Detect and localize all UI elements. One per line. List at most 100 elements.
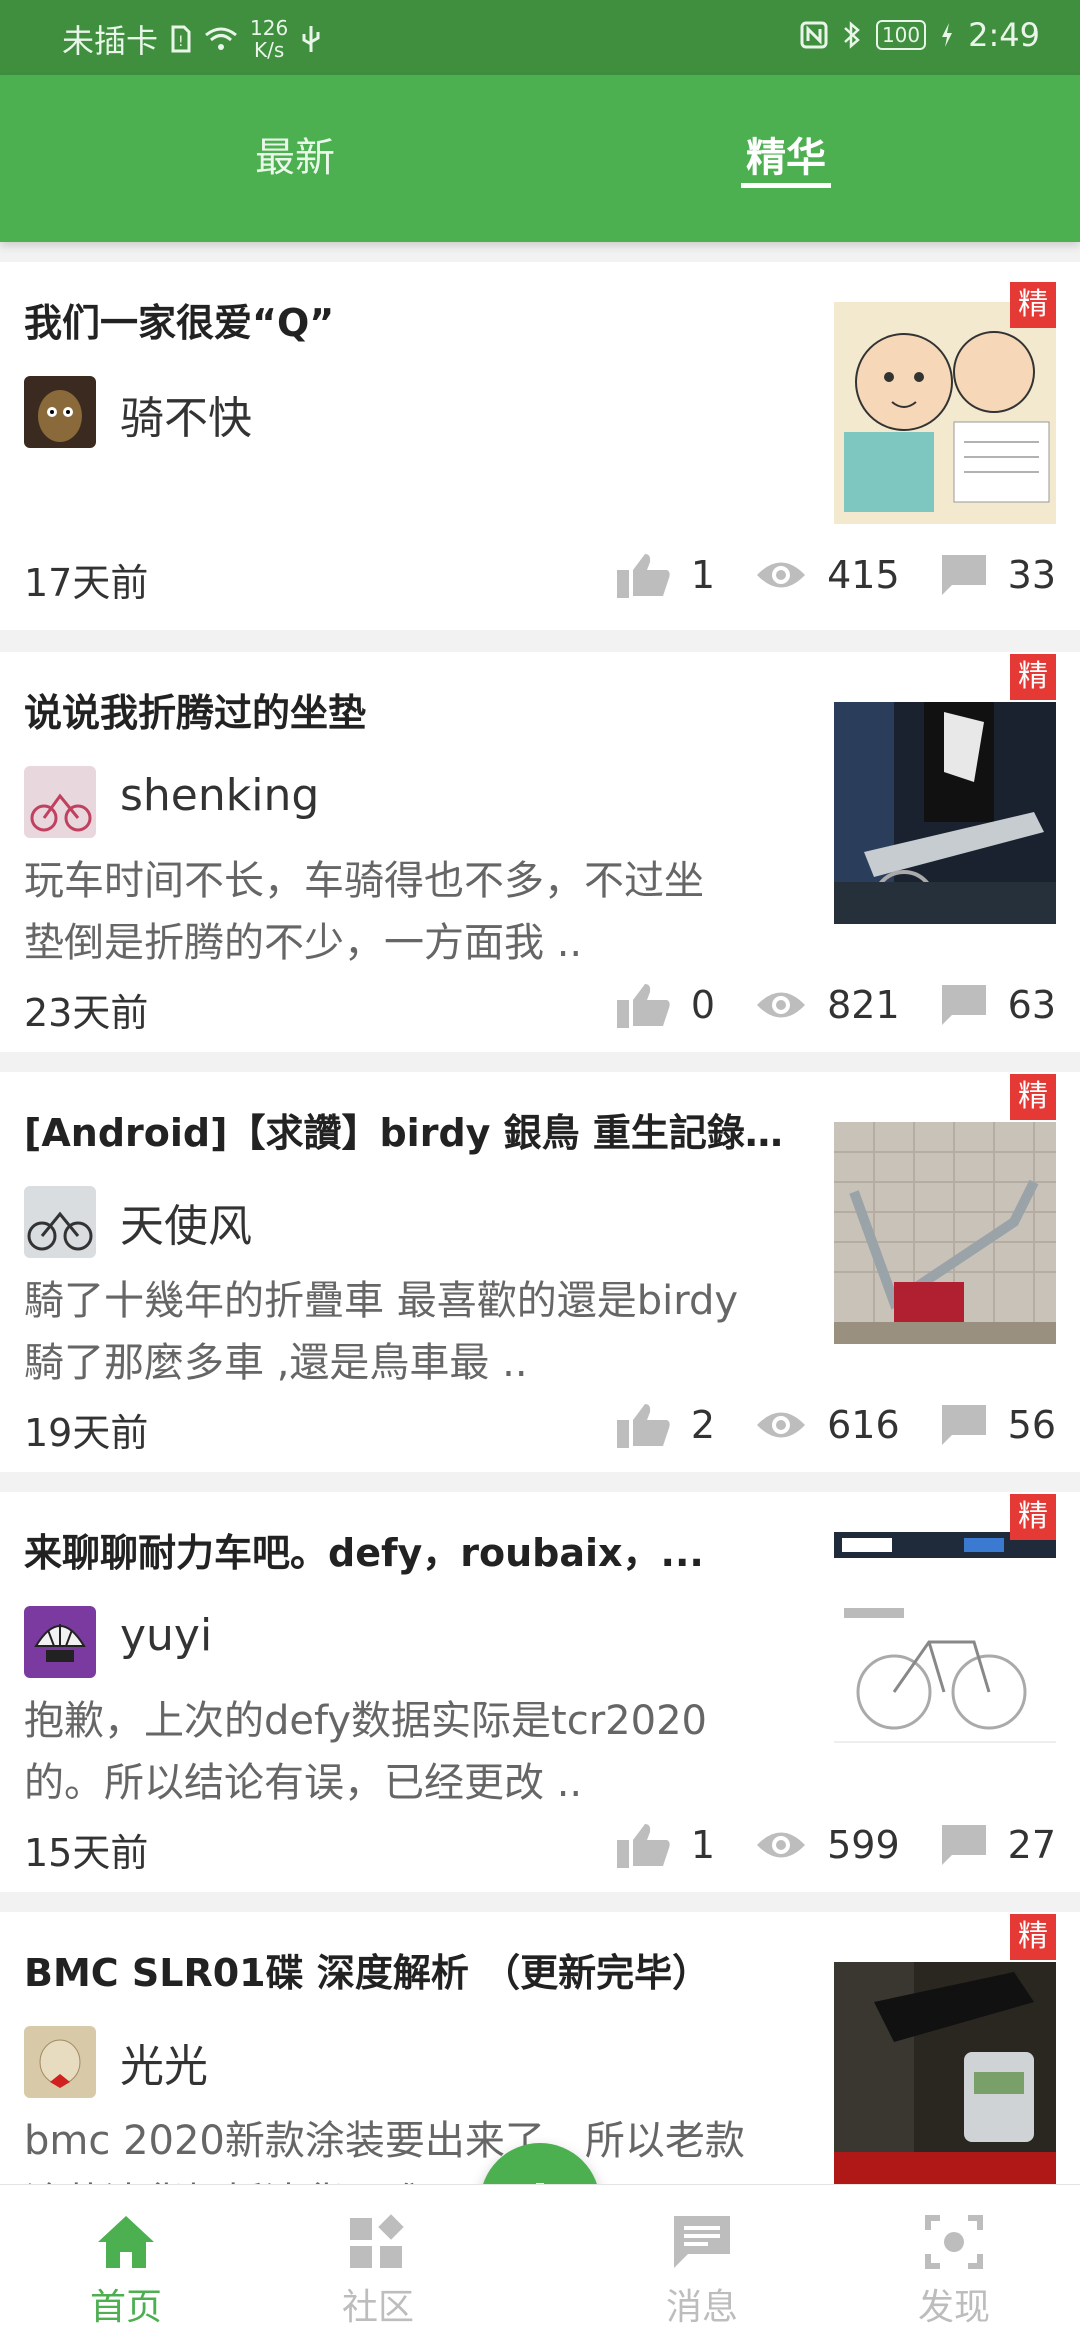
sim-icon: ! <box>171 25 191 53</box>
eye-icon <box>757 562 806 588</box>
charging-icon <box>942 23 953 47</box>
post-excerpt: 騎了十幾年的折疊車 最喜歡的還是birdy 騎了那麼多車 ,還是鳥車最 .. <box>24 1278 739 1386</box>
thumbs-up-icon <box>616 554 670 598</box>
nav-community[interactable]: 社区 <box>298 2214 458 2330</box>
comment-stat[interactable]: 33 <box>940 553 1056 597</box>
featured-badge: 精 <box>1010 1074 1056 1120</box>
comment-icon <box>941 1825 986 1865</box>
nav-home-label: 首页 <box>89 2287 162 2328</box>
tab-latest-label: 最新 <box>255 135 335 181</box>
post-title: 说说我折腾过的坐垫 <box>24 691 367 735</box>
like-stat[interactable]: 2 <box>616 1402 716 1448</box>
carrier-text: 未插卡 <box>62 22 159 60</box>
battery-level: 100 <box>875 20 927 50</box>
view-count: 821 <box>827 983 900 1027</box>
usb-icon <box>302 26 320 52</box>
home-icon <box>98 2216 154 2268</box>
message-icon <box>674 2216 730 2268</box>
comment-count: 56 <box>1007 1403 1056 1447</box>
status-bar: 未插卡 ! 126 K/s 100 2:49 <box>0 0 1080 75</box>
featured-badge: 精 <box>1010 282 1056 328</box>
post-card[interactable]: 我们一家很爱“Q” 骑不快 精 17天前 1 415 33 <box>0 262 1080 630</box>
post-time: 23天前 <box>24 991 149 1035</box>
post-time: 17天前 <box>24 561 149 605</box>
post-excerpt: 抱歉，上次的defy数据实际是tcr2020 的。所以结论有误，已经更改 .. <box>24 1698 707 1806</box>
comment-icon <box>941 555 986 595</box>
like-stat[interactable]: 1 <box>616 552 716 598</box>
comment-icon <box>941 1405 986 1445</box>
comment-stat[interactable]: 63 <box>940 983 1056 1027</box>
view-stat: 415 <box>755 553 900 597</box>
thumbs-up-icon <box>616 984 670 1028</box>
like-count: 0 <box>690 983 716 1027</box>
view-stat: 821 <box>755 983 900 1027</box>
featured-badge: 精 <box>1010 654 1056 700</box>
post-title: 来聊聊耐力车吧。defy，roubaix，... <box>24 1531 704 1575</box>
post-thumbnail[interactable] <box>834 1962 1056 2184</box>
nav-home[interactable]: 首页 <box>46 2214 206 2330</box>
comment-count: 27 <box>1007 1823 1056 1867</box>
post-stats: 1 415 33 <box>577 552 1056 598</box>
tab-featured-label: 精华 <box>746 135 826 181</box>
featured-badge: 精 <box>1010 1914 1056 1960</box>
post-card[interactable]: 说说我折腾过的坐垫 shenking 玩车时间不长，车骑得也不多，不过坐 垫倒是… <box>0 652 1080 1052</box>
post-author: 骑不快 <box>120 393 252 444</box>
post-thumbnail[interactable] <box>834 1532 1056 1754</box>
post-time: 15天前 <box>24 1831 149 1875</box>
like-stat[interactable]: 1 <box>616 1822 716 1868</box>
svg-text:!: ! <box>178 34 184 50</box>
comment-stat[interactable]: 56 <box>940 1403 1056 1447</box>
nav-community-label: 社区 <box>341 2287 414 2328</box>
post-thumbnail[interactable] <box>834 1122 1056 1344</box>
thumbs-up-icon <box>616 1404 670 1448</box>
post-stats: 1 599 27 <box>577 1822 1056 1868</box>
comment-icon <box>941 985 986 1025</box>
post-stats: 2 616 56 <box>577 1402 1056 1448</box>
wifi-icon <box>205 27 237 50</box>
nav-discover[interactable]: 发现 <box>874 2214 1034 2330</box>
avatar <box>24 766 96 838</box>
eye-icon <box>757 992 806 1018</box>
post-title: [Android]【求讚】birdy 銀鳥 重生記錄芳... <box>24 1111 814 1155</box>
post-thumbnail[interactable] <box>834 302 1056 524</box>
comment-count: 63 <box>1007 983 1056 1027</box>
bluetooth-icon <box>844 21 860 49</box>
active-tab-indicator <box>741 183 831 188</box>
view-count: 616 <box>827 1403 900 1447</box>
comment-stat[interactable]: 27 <box>940 1823 1056 1867</box>
view-stat: 599 <box>755 1823 900 1867</box>
comment-count: 33 <box>1007 553 1056 597</box>
post-author: 天使风 <box>120 1201 252 1252</box>
featured-badge: 精 <box>1010 1494 1056 1540</box>
post-author: shenking <box>120 770 320 821</box>
like-count: 1 <box>690 1823 716 1867</box>
like-stat[interactable]: 0 <box>616 982 716 1028</box>
post-time: 19天前 <box>24 1411 149 1455</box>
clock: 2:49 <box>968 16 1040 54</box>
view-count: 599 <box>827 1823 900 1867</box>
avatar <box>24 376 96 448</box>
post-card[interactable]: 来聊聊耐力车吧。defy，roubaix，... yuyi 抱歉，上次的defy… <box>0 1492 1080 1892</box>
like-count: 1 <box>690 553 716 597</box>
post-card[interactable]: [Android]【求讚】birdy 銀鳥 重生記錄芳... 天使风 騎了十幾年… <box>0 1072 1080 1472</box>
post-author: 光光 <box>120 2041 208 2092</box>
avatar <box>24 1186 96 1258</box>
post-excerpt: 玩车时间不长，车骑得也不多，不过坐 垫倒是折腾的不少，一方面我 .. <box>24 858 704 966</box>
tab-featured[interactable]: 精华 <box>686 125 886 188</box>
eye-icon <box>757 1832 806 1858</box>
top-tab-bar: 最新 精华 <box>0 75 1080 242</box>
bottom-navigation: 首页 社区 消息 发现 <box>0 2184 1080 2340</box>
nav-discover-label: 发现 <box>917 2287 990 2328</box>
tab-latest[interactable]: 最新 <box>195 125 395 183</box>
view-count: 415 <box>827 553 900 597</box>
nav-messages-label: 消息 <box>665 2287 738 2328</box>
community-icon <box>350 2214 404 2268</box>
post-title: 我们一家很爱“Q” <box>24 301 335 345</box>
avatar <box>24 2026 96 2098</box>
like-count: 2 <box>690 1403 716 1447</box>
thumbs-up-icon <box>616 1824 670 1868</box>
post-thumbnail[interactable] <box>834 702 1056 924</box>
network-speed: 126 K/s <box>250 16 289 62</box>
nav-messages[interactable]: 消息 <box>622 2214 782 2330</box>
nfc-icon <box>800 21 828 49</box>
